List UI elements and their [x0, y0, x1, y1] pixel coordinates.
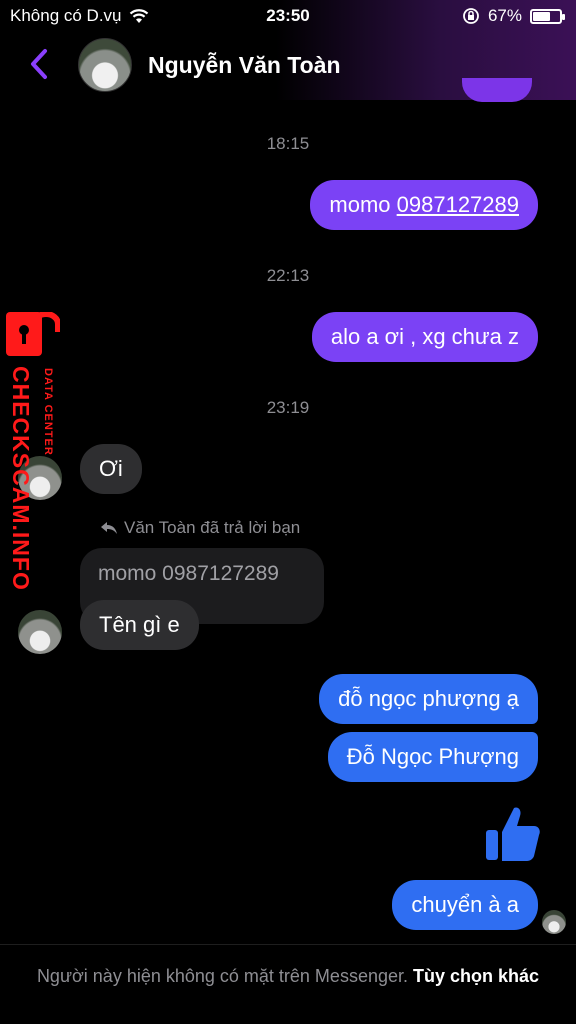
reply-arrow-icon: [101, 522, 117, 534]
status-right: 67%: [462, 6, 565, 26]
thumbs-up-icon[interactable]: [484, 804, 540, 862]
sent-message[interactable]: Đỗ Ngọc Phượng: [327, 732, 538, 782]
battery-percent: 67%: [487, 6, 522, 25]
phone-link[interactable]: 0987127289: [397, 192, 519, 217]
chat-header: Nguyễn Văn Toàn: [0, 34, 576, 96]
received-message[interactable]: Tên gì e: [80, 600, 199, 650]
unavailable-footer: Người này hiện không có mặt trên Messeng…: [0, 944, 576, 1024]
status-bar: Không có D.vụ 23:50 67%: [0, 0, 576, 32]
lock-icon: [6, 312, 60, 356]
contact-name[interactable]: Nguyễn Văn Toàn: [148, 52, 341, 79]
received-message[interactable]: Ơi: [80, 444, 142, 494]
sent-message[interactable]: alo a ơi , xg chưa z: [311, 312, 538, 362]
timestamp: 22:13: [266, 266, 310, 285]
timestamp: 18:15: [266, 134, 310, 153]
sent-message[interactable]: đỗ ngọc phượng ạ: [319, 674, 538, 724]
watermark: CHECKSCAM.INFO DATA CENTER: [2, 312, 64, 591]
reply-indicator: Văn Toàn đã trả lời bạn: [100, 518, 300, 538]
rotation-lock-icon: [463, 8, 479, 24]
reply-label: Văn Toàn đã trả lời bạn: [124, 518, 301, 537]
timestamp: 23:19: [266, 398, 310, 417]
contact-avatar[interactable]: [78, 38, 132, 92]
watermark-brand: CHECKSCAM.INFO: [8, 366, 34, 591]
watermark-subtitle: DATA CENTER: [42, 368, 54, 456]
unavailable-notice: Người này hiện không có mặt trên Messeng…: [36, 966, 408, 986]
back-chevron-icon[interactable]: [26, 46, 52, 82]
message-text: momo: [329, 192, 397, 217]
more-options-link[interactable]: Tùy chọn khác: [413, 966, 539, 986]
sent-message[interactable]: chuyển à a: [392, 880, 538, 930]
read-receipt-avatar: [542, 910, 566, 934]
contact-avatar-small[interactable]: [18, 610, 62, 654]
battery-icon: [530, 8, 565, 24]
sent-message[interactable]: momo 0987127289: [310, 180, 538, 230]
